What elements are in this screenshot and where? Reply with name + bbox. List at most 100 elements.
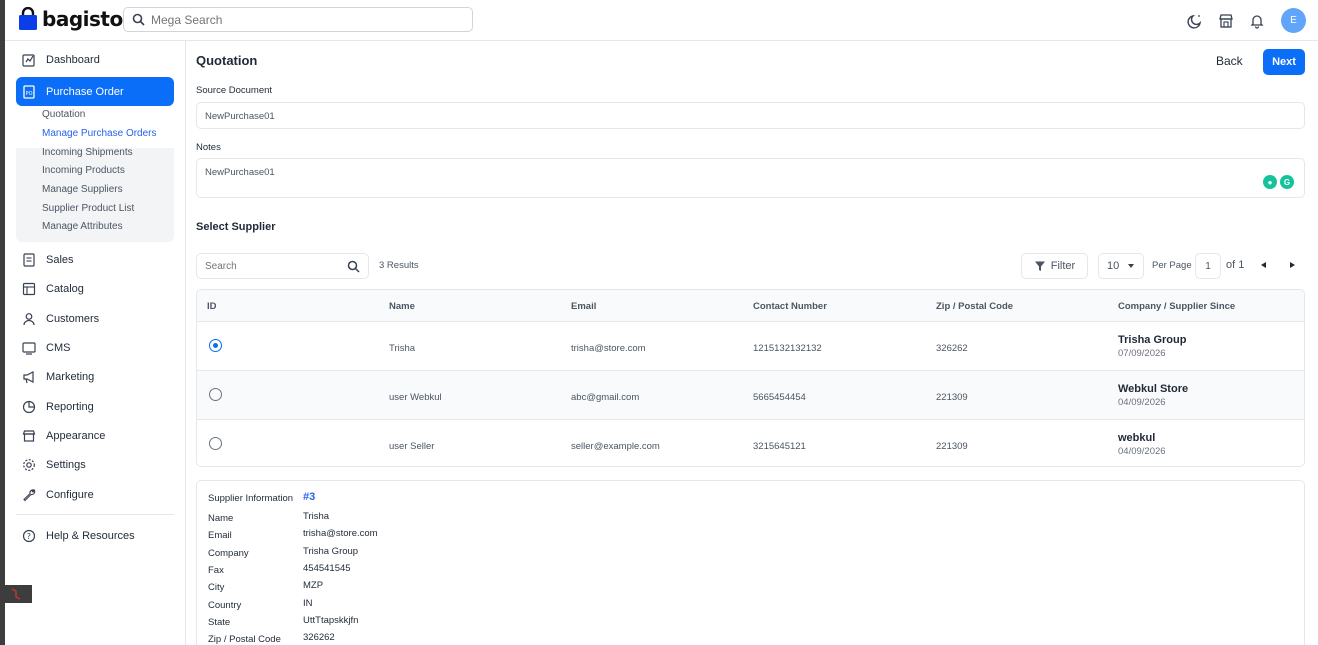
sidebar-item-label: Sales	[46, 253, 74, 266]
configure-icon	[21, 487, 37, 503]
supplier-id: #3	[303, 491, 316, 503]
sidebar-item-catalog[interactable]: Catalog	[16, 274, 174, 303]
sidebar-item-label: Reporting	[46, 400, 94, 413]
sidebar-item-label: Catalog	[46, 282, 84, 295]
per-page-label: Per Page	[1152, 260, 1192, 271]
sidebar-item-label: Configure	[46, 488, 94, 501]
supplier-since: 04/09/2026	[1118, 446, 1166, 457]
results-count: 3 Results	[379, 260, 419, 271]
row-company: Webkul Store 04/09/2026	[1118, 383, 1188, 408]
row-contact: 5665454454	[753, 392, 806, 403]
table-header: ID Name Email Contact Number Zip / Posta…	[197, 290, 1304, 322]
back-button[interactable]: Back	[1216, 54, 1243, 68]
sub-item-manage-attributes[interactable]: Manage Attributes	[42, 221, 123, 232]
main-content: Quotation Back Next Source Document NewP…	[186, 41, 1318, 645]
per-page-select[interactable]: 10	[1098, 253, 1144, 279]
row-company: Trisha Group 07/09/2026	[1118, 334, 1186, 359]
sub-item-quotation[interactable]: Quotation	[42, 109, 85, 120]
appearance-icon	[21, 428, 37, 444]
column-header-contact[interactable]: Contact Number	[753, 301, 827, 312]
grammarly-icon: G	[1280, 175, 1294, 189]
prev-page-icon[interactable]	[1261, 262, 1266, 268]
dark-mode-icon[interactable]	[1185, 11, 1204, 30]
sidebar-item-label: CMS	[46, 341, 71, 354]
info-value: IN	[303, 598, 313, 609]
chevron-down-icon	[1128, 264, 1135, 268]
row-name: user Webkul	[389, 392, 442, 403]
storefront-icon[interactable]	[1216, 11, 1235, 30]
next-button[interactable]: Next	[1263, 49, 1305, 75]
notes-value: NewPurchase01	[205, 167, 275, 178]
sidebar-item-customers[interactable]: Customers	[16, 304, 174, 333]
marketing-icon	[21, 369, 37, 385]
table-row[interactable]: user Webkul abc@gmail.com 5665454454 221…	[197, 371, 1304, 420]
sidebar-item-label: Help & Resources	[46, 529, 135, 542]
info-key: State	[208, 617, 231, 628]
bag-logo-icon	[19, 7, 37, 30]
column-header-company[interactable]: Company / Supplier Since	[1118, 301, 1235, 312]
sub-item-incoming-shipments[interactable]: Incoming Shipments	[42, 147, 133, 158]
row-zip: 221309	[936, 441, 968, 452]
sidebar-item-label: Customers	[46, 312, 100, 325]
sidebar-item-purchase-order[interactable]: PO Purchase Order	[16, 77, 174, 106]
sidebar-item-sales[interactable]: Sales	[16, 245, 174, 274]
grammarly-widget[interactable]: ● G	[1263, 175, 1294, 189]
sales-icon	[21, 252, 37, 268]
sidebar-item-help[interactable]: ? Help & Resources	[16, 521, 174, 550]
settings-icon	[21, 457, 37, 473]
row-company: webkul 04/09/2026	[1118, 432, 1166, 457]
user-avatar[interactable]: E	[1281, 8, 1306, 33]
table-row[interactable]: user Seller seller@example.com 321564512…	[197, 420, 1304, 466]
table-search-input[interactable]	[205, 260, 335, 272]
debugbar-icon[interactable]	[4, 585, 32, 603]
notification-bell-icon[interactable]	[1247, 11, 1266, 30]
page-number-input[interactable]: 1	[1195, 253, 1221, 279]
sidebar-item-appearance[interactable]: Appearance	[16, 421, 174, 450]
mega-search-box[interactable]	[123, 7, 473, 32]
supplier-information-card: Supplier Information #3 Name Trisha Emai…	[196, 480, 1305, 645]
sub-item-supplier-product-list[interactable]: Supplier Product List	[42, 203, 134, 214]
sidebar-item-label: Dashboard	[46, 53, 100, 66]
column-header-name[interactable]: Name	[389, 301, 415, 312]
supplier-since: 07/09/2026	[1118, 348, 1166, 359]
search-icon	[132, 13, 145, 26]
sidebar-item-dashboard[interactable]: Dashboard	[16, 45, 174, 74]
column-header-zip[interactable]: Zip / Postal Code	[936, 301, 1013, 312]
supplier-radio[interactable]	[209, 437, 222, 450]
column-header-id[interactable]: ID	[207, 301, 217, 312]
row-zip: 326262	[936, 343, 968, 354]
help-icon: ?	[21, 528, 37, 544]
table-row[interactable]: Trisha trisha@store.com 1215132132132 32…	[197, 322, 1304, 371]
column-header-email[interactable]: Email	[571, 301, 596, 312]
info-value: 326262	[303, 632, 335, 643]
sub-item-manage-purchase-orders[interactable]: Manage Purchase Orders	[42, 128, 157, 139]
svg-text:PO: PO	[26, 91, 33, 97]
per-page-value: 10	[1107, 260, 1120, 272]
reporting-icon	[21, 399, 37, 415]
sidebar-divider	[16, 514, 174, 515]
filter-button[interactable]: Filter	[1021, 253, 1088, 279]
sidebar-item-reporting[interactable]: Reporting	[16, 392, 174, 421]
info-key: Company	[208, 548, 249, 559]
sidebar-item-marketing[interactable]: Marketing	[16, 362, 174, 391]
sub-item-manage-suppliers[interactable]: Manage Suppliers	[42, 184, 123, 195]
supplier-radio-selected[interactable]	[209, 339, 222, 352]
brand-logo[interactable]: bagisto	[18, 7, 123, 31]
sidebar-item-configure[interactable]: Configure	[16, 480, 174, 509]
row-email: abc@gmail.com	[571, 392, 640, 403]
sub-item-incoming-products[interactable]: Incoming Products	[42, 165, 125, 176]
source-document-input[interactable]: NewPurchase01	[196, 102, 1305, 129]
sidebar-item-cms[interactable]: CMS	[16, 333, 174, 362]
next-page-icon[interactable]	[1290, 262, 1295, 268]
purchase-order-icon: PO	[21, 84, 37, 100]
info-value: MZP	[303, 580, 324, 591]
notes-textarea[interactable]: NewPurchase01 ● G	[196, 158, 1305, 198]
mega-search-input[interactable]	[151, 12, 451, 27]
table-search-box[interactable]	[196, 253, 369, 279]
supplier-info-title: Supplier Information	[208, 493, 294, 504]
supplier-radio[interactable]	[209, 388, 222, 401]
info-value: Trisha	[303, 511, 330, 522]
row-name: user Seller	[389, 441, 435, 452]
sidebar-item-settings[interactable]: Settings	[16, 450, 174, 479]
lightbulb-icon: ●	[1263, 175, 1277, 189]
